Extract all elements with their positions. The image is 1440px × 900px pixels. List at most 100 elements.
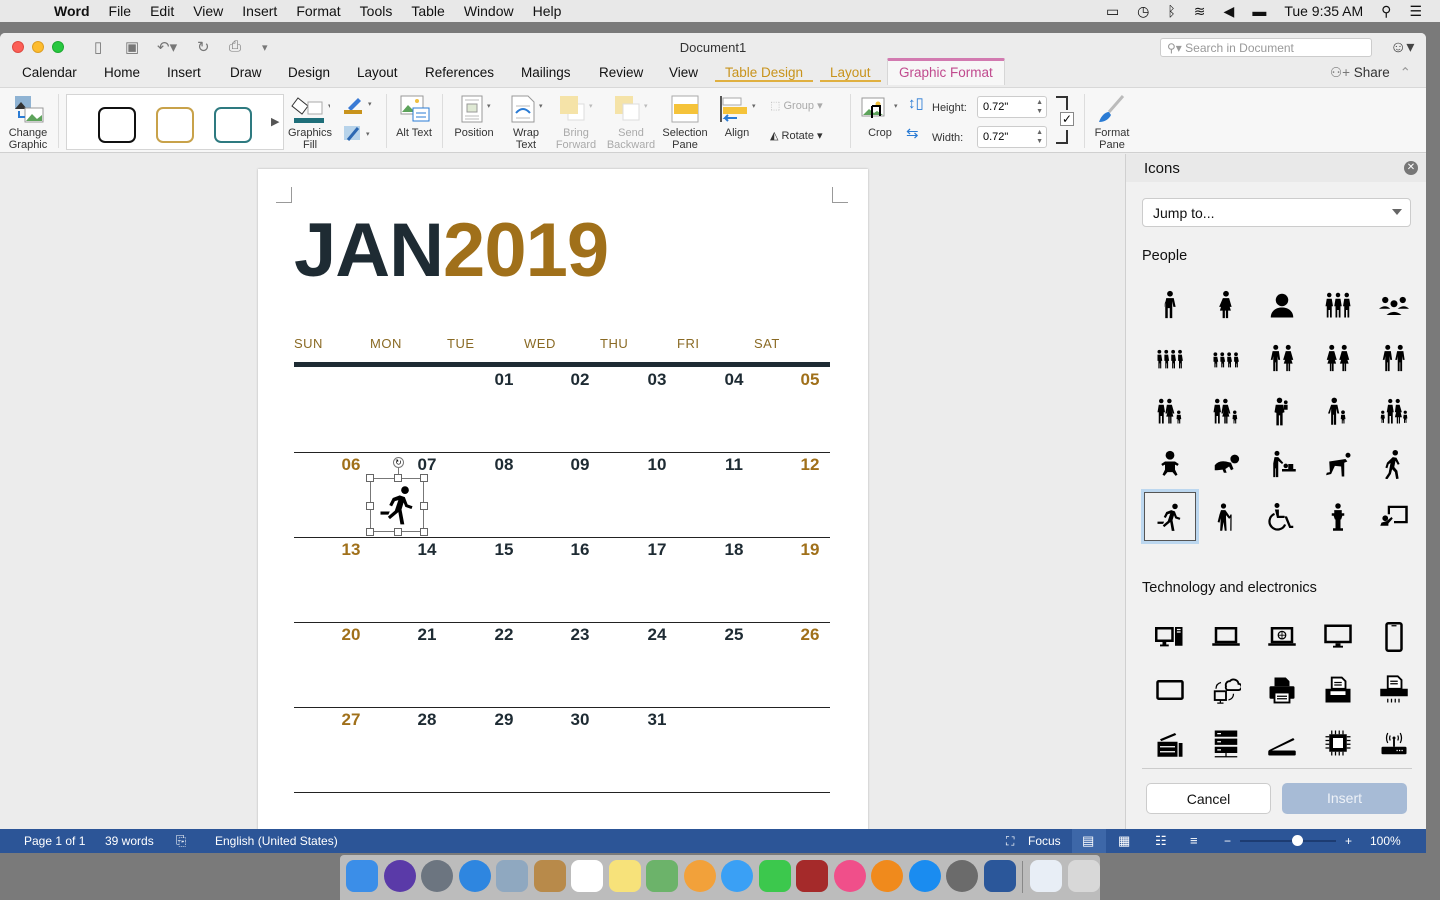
calendar-day-04[interactable]: 04 bbox=[714, 370, 754, 390]
icon-option-family-four[interactable] bbox=[1142, 331, 1198, 384]
graphics-fill-button[interactable]: ▾ Graphics Fill bbox=[286, 94, 334, 151]
calendar-day-28[interactable]: 28 bbox=[407, 710, 447, 730]
proofing-icon[interactable]: ⎘ bbox=[176, 833, 186, 849]
dock-ibooks-icon[interactable] bbox=[871, 860, 903, 892]
calendar-day-21[interactable]: 21 bbox=[407, 625, 447, 645]
print-layout-icon[interactable]: ▤ bbox=[1082, 833, 1094, 849]
undo-icon[interactable]: ↶▾ bbox=[157, 38, 177, 56]
zoom-window-button[interactable] bbox=[52, 41, 64, 53]
dock-finder-icon[interactable] bbox=[346, 860, 378, 892]
width-input[interactable]: 0.72" ▲ ▼ bbox=[977, 126, 1047, 148]
zoom-slider[interactable] bbox=[1240, 835, 1336, 846]
dock-itunes-icon[interactable] bbox=[833, 860, 866, 892]
resize-handle-sw[interactable] bbox=[366, 528, 374, 536]
icon-option-family-child-2[interactable] bbox=[1198, 384, 1254, 437]
dock-calendar-icon[interactable] bbox=[571, 860, 603, 892]
focus-mode-button[interactable]: Focus bbox=[1028, 834, 1061, 848]
dock-messages-icon[interactable] bbox=[721, 860, 753, 892]
calendar-day-18[interactable]: 18 bbox=[714, 540, 754, 560]
icon-option-podium-speaker[interactable] bbox=[1310, 490, 1366, 543]
icon-option-wireless-router[interactable] bbox=[1366, 716, 1422, 769]
icon-option-family-holding-hands[interactable] bbox=[1366, 384, 1422, 437]
width-stepper[interactable]: ▲ ▼ bbox=[1036, 128, 1043, 146]
tab-calendar[interactable]: Calendar bbox=[22, 65, 77, 80]
icon-option-desktop-tower[interactable] bbox=[1142, 610, 1198, 663]
menu-tools[interactable]: Tools bbox=[360, 3, 393, 19]
tab-insert[interactable]: Insert bbox=[167, 65, 201, 80]
sidebar-toggle-icon[interactable]: ▯ bbox=[94, 38, 102, 56]
save-icon[interactable]: ▣ bbox=[125, 38, 139, 56]
icon-option-couple-man-woman[interactable] bbox=[1254, 331, 1310, 384]
calendar-day-26[interactable]: 26 bbox=[790, 625, 830, 645]
tab-references[interactable]: References bbox=[425, 65, 494, 80]
icon-option-presenter-board[interactable] bbox=[1366, 490, 1422, 543]
calendar-day-11[interactable]: 11 bbox=[714, 455, 754, 475]
tab-graphic-format[interactable]: Graphic Format bbox=[887, 58, 1005, 85]
height-stepper[interactable]: ▲ ▼ bbox=[1036, 98, 1043, 116]
icon-option-server[interactable] bbox=[1198, 716, 1254, 769]
rotate-handle-icon[interactable]: ↻ bbox=[393, 457, 404, 468]
zoom-slider-thumb[interactable] bbox=[1291, 835, 1303, 846]
calendar-day-25[interactable]: 25 bbox=[714, 625, 754, 645]
icon-option-user[interactable] bbox=[1254, 278, 1310, 331]
selected-graphic-running-person[interactable]: ↻ bbox=[366, 457, 428, 536]
calendar-title[interactable]: JAN2019 bbox=[294, 211, 609, 291]
outline-view-icon[interactable]: ☷ bbox=[1155, 833, 1167, 849]
dock-photo-booth-icon[interactable] bbox=[796, 860, 828, 892]
icon-option-microchip[interactable] bbox=[1310, 716, 1366, 769]
menu-window[interactable]: Window bbox=[464, 3, 514, 19]
airplay-icon[interactable]: ▭ bbox=[1106, 3, 1119, 20]
icon-option-woman[interactable] bbox=[1198, 278, 1254, 331]
menu-table[interactable]: Table bbox=[411, 3, 444, 19]
calendar-day-09[interactable]: 09 bbox=[560, 455, 600, 475]
dock-microsoft-word-icon[interactable] bbox=[983, 860, 1016, 892]
icon-option-monitor[interactable] bbox=[1310, 610, 1366, 663]
tab-view[interactable]: View bbox=[669, 65, 698, 80]
selection-pane-button[interactable]: Selection Pane bbox=[660, 94, 710, 151]
insert-button[interactable]: Insert bbox=[1282, 783, 1407, 814]
draft-view-icon[interactable]: ≡ bbox=[1190, 833, 1198, 848]
zoom-level[interactable]: 100% bbox=[1370, 834, 1401, 848]
word-count[interactable]: 39 words bbox=[105, 834, 154, 848]
cancel-button[interactable]: Cancel bbox=[1146, 783, 1271, 814]
calendar-day-19[interactable]: 19 bbox=[790, 540, 830, 560]
tab-table-design[interactable]: Table Design bbox=[715, 65, 814, 82]
send-backward-button[interactable]: ▾ Send Backward bbox=[606, 94, 656, 151]
minimize-window-button[interactable] bbox=[32, 41, 44, 53]
share-button[interactable]: ⚇+ Share ⌃ bbox=[1330, 65, 1411, 81]
tab-mailings[interactable]: Mailings bbox=[521, 65, 571, 80]
calendar-day-10[interactable]: 10 bbox=[637, 455, 677, 475]
icon-option-printer-document[interactable] bbox=[1310, 663, 1366, 716]
language[interactable]: English (United States) bbox=[215, 834, 338, 848]
resize-handle-nw[interactable] bbox=[366, 474, 374, 482]
tab-table-layout[interactable]: Layout bbox=[820, 65, 881, 82]
search-in-document-input[interactable]: ⚲▾ Search in Document bbox=[1160, 38, 1372, 57]
resize-handle-w[interactable] bbox=[366, 502, 374, 510]
zoom-in-icon[interactable]: + bbox=[1345, 834, 1352, 848]
icon-option-copier[interactable] bbox=[1142, 716, 1198, 769]
redo-icon[interactable]: ↻ bbox=[197, 38, 210, 56]
calendar-day-14[interactable]: 14 bbox=[407, 540, 447, 560]
icon-option-meeting-group[interactable] bbox=[1366, 278, 1422, 331]
icon-option-family-four-children[interactable] bbox=[1198, 331, 1254, 384]
collapse-ribbon-icon[interactable]: ⌃ bbox=[1400, 65, 1411, 80]
tab-draw[interactable]: Draw bbox=[230, 65, 262, 80]
tab-layout[interactable]: Layout bbox=[357, 65, 398, 80]
print-icon[interactable]: ⎙ bbox=[229, 38, 241, 55]
icon-option-running-person[interactable] bbox=[1144, 492, 1196, 541]
dock-downloads-icon[interactable] bbox=[1030, 860, 1062, 892]
calendar-day-24[interactable]: 24 bbox=[637, 625, 677, 645]
battery-icon[interactable]: ▬ bbox=[1252, 3, 1266, 19]
icon-option-printer[interactable] bbox=[1254, 663, 1310, 716]
page-count[interactable]: Page 1 of 1 bbox=[24, 834, 85, 848]
bring-forward-button[interactable]: ▾ Bring Forward bbox=[554, 94, 598, 151]
icon-option-fax-machine[interactable] bbox=[1366, 663, 1422, 716]
resize-handle-n[interactable] bbox=[394, 474, 402, 482]
dock-launchpad-icon[interactable] bbox=[421, 860, 453, 892]
focus-icon[interactable]: ⛶ bbox=[1006, 834, 1014, 849]
dock-system-preferences-icon[interactable] bbox=[946, 860, 978, 892]
icon-option-laptop-globe[interactable] bbox=[1254, 610, 1310, 663]
dock-trash-icon[interactable] bbox=[1068, 860, 1100, 892]
notification-center-icon[interactable]: ☰ bbox=[1409, 3, 1422, 20]
graphics-effects-button[interactable]: ▾ bbox=[342, 124, 376, 147]
